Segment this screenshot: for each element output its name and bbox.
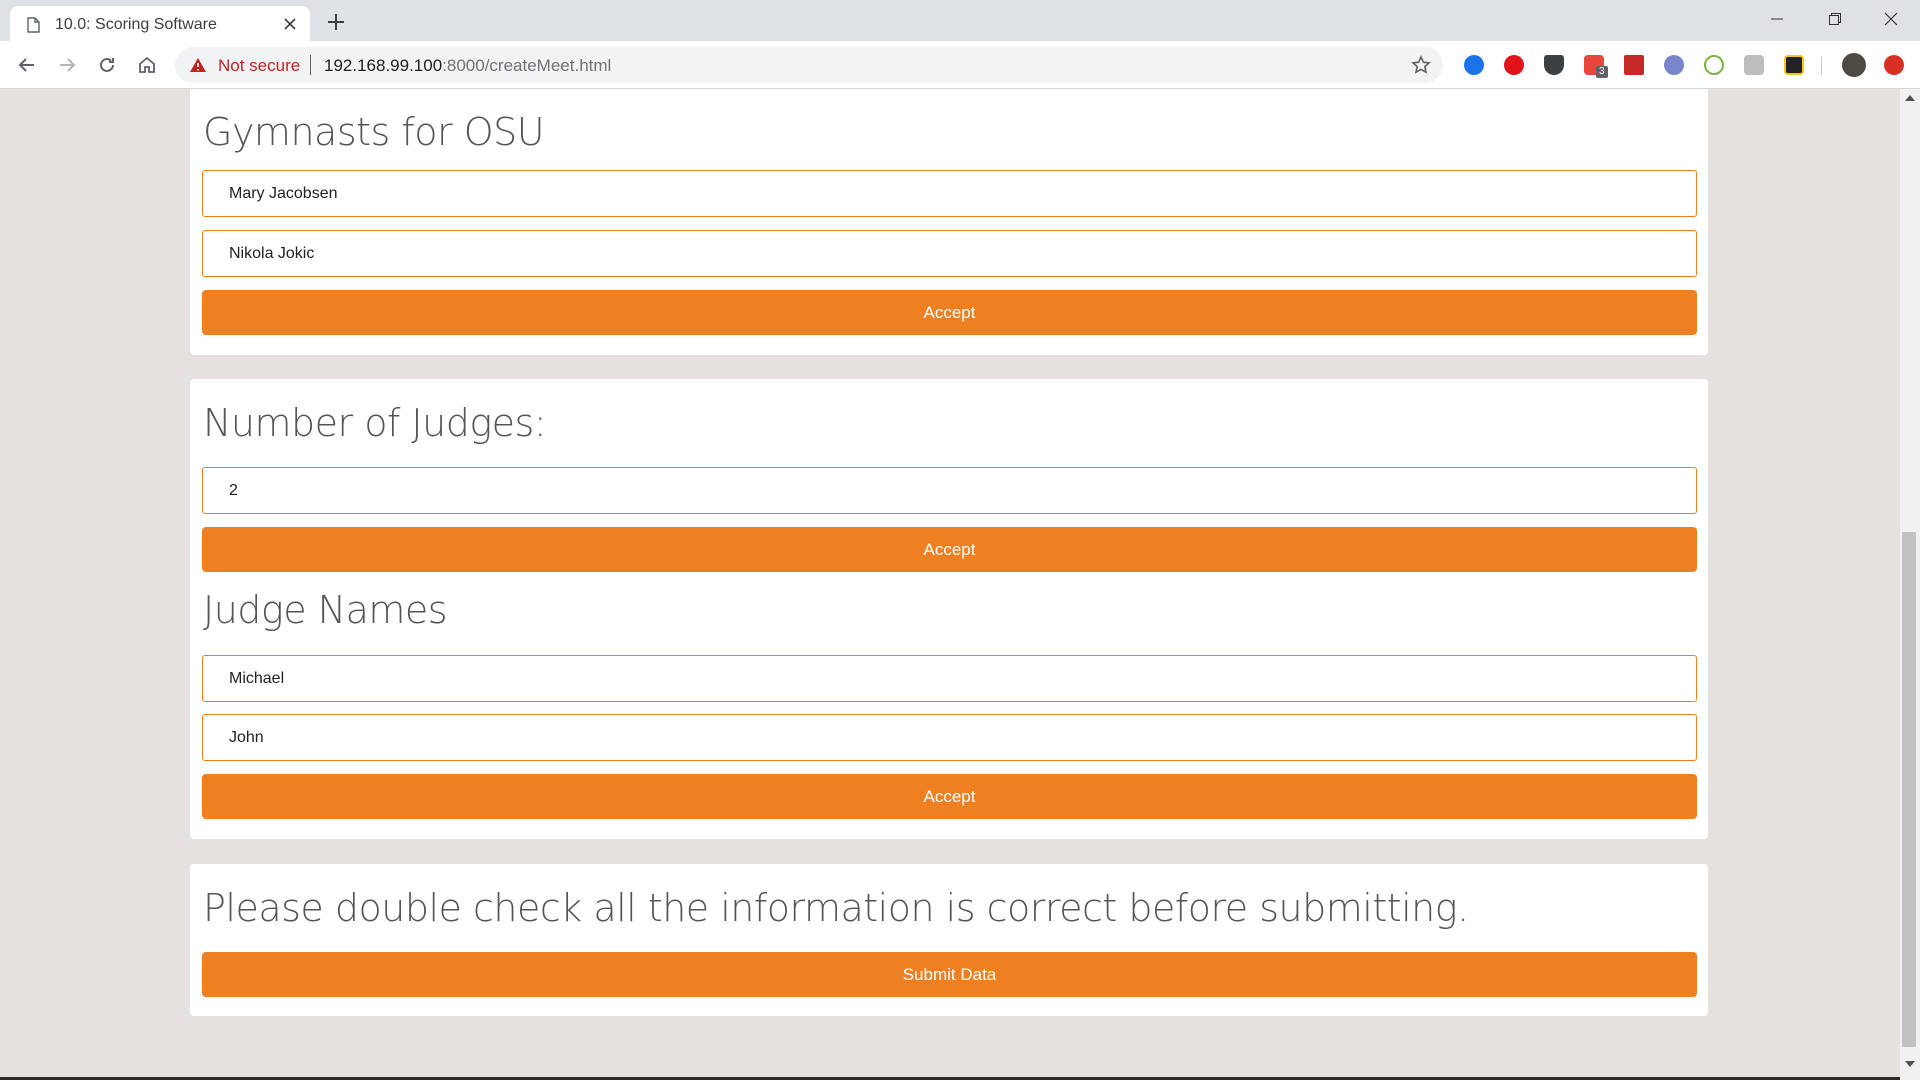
accept-judges-count-button[interactable]: Accept: [202, 527, 1697, 572]
restore-icon: [1829, 13, 1841, 25]
close-window-button[interactable]: [1862, 0, 1920, 36]
profile-avatar[interactable]: [1842, 53, 1866, 77]
reload-button[interactable]: [93, 51, 121, 79]
home-icon: [139, 56, 155, 73]
extension-check-icon[interactable]: [1784, 55, 1804, 75]
judge-name-input[interactable]: [202, 655, 1697, 702]
url-path: :8000/createMeet.html: [442, 56, 612, 75]
scroll-up-arrow-icon[interactable]: [1905, 95, 1915, 101]
browser-tab[interactable]: 10.0: Scoring Software: [10, 6, 310, 41]
accept-gymnasts-button[interactable]: Accept: [202, 290, 1697, 335]
new-tab-icon[interactable]: [322, 8, 350, 36]
judge-name-input[interactable]: [202, 714, 1697, 761]
page-scrollbar[interactable]: [1900, 89, 1920, 1080]
update-icon[interactable]: [1884, 55, 1904, 75]
minimize-icon: [1771, 18, 1783, 20]
extension-todo-icon[interactable]: 3: [1584, 55, 1608, 78]
extension-pocket-icon[interactable]: [1544, 55, 1564, 75]
warning-icon: [190, 58, 206, 72]
extension-glasses-icon[interactable]: [1664, 55, 1684, 75]
url-text: 192.168.99.100:8000/createMeet.html: [324, 56, 611, 76]
extension-blue-circle-icon[interactable]: [1464, 55, 1484, 75]
page-viewport: Gymnasts for OSU Accept Number of Judges…: [0, 89, 1900, 1080]
submit-message: Please double check all the information …: [203, 886, 1469, 930]
gymnast-name-input[interactable]: [202, 170, 1697, 217]
forward-arrow-icon: [60, 58, 76, 72]
forward-button[interactable]: [53, 51, 81, 79]
close-tab-icon[interactable]: [280, 14, 300, 34]
extension-book-icon[interactable]: [1624, 55, 1644, 75]
reload-icon: [100, 57, 114, 72]
judges-count-heading: Number of Judges:: [203, 401, 547, 445]
scrollbar-thumb[interactable]: [1902, 532, 1916, 1047]
back-arrow-icon: [18, 58, 34, 72]
close-icon: [1884, 12, 1898, 26]
home-button[interactable]: [133, 51, 161, 79]
bookmark-star-icon[interactable]: [1411, 55, 1431, 75]
toolbar-divider: [1821, 57, 1822, 75]
submit-data-button[interactable]: Submit Data: [202, 952, 1697, 997]
security-label: Not secure: [218, 56, 301, 75]
back-button[interactable]: [13, 51, 41, 79]
extension-gray-icon[interactable]: [1744, 55, 1764, 75]
submit-card: Please double check all the information …: [190, 864, 1708, 1016]
gymnasts-heading: Gymnasts for OSU: [203, 110, 545, 154]
restore-button[interactable]: [1806, 0, 1864, 36]
extension-adblock-icon[interactable]: [1504, 55, 1524, 75]
judge-names-heading: Judge Names: [203, 588, 448, 632]
document-icon: [27, 17, 40, 33]
judges-count-input[interactable]: [202, 467, 1697, 514]
tab-strip: 10.0: Scoring Software: [0, 0, 1920, 41]
scroll-down-arrow-icon[interactable]: [1905, 1061, 1915, 1067]
gymnast-name-input[interactable]: [202, 230, 1697, 277]
extension-green-ring-icon[interactable]: [1704, 55, 1724, 75]
address-bar[interactable]: Not secure 192.168.99.100:8000/createMee…: [175, 47, 1443, 83]
extension-badge: 3: [1596, 66, 1608, 78]
judges-card: Number of Judges: Accept Judge Names Acc…: [190, 379, 1708, 839]
accept-judge-names-button[interactable]: Accept: [202, 774, 1697, 819]
omnibox-divider: [310, 55, 311, 75]
browser-toolbar: Not secure 192.168.99.100:8000/createMee…: [0, 41, 1920, 89]
tab-title: 10.0: Scoring Software: [55, 16, 217, 33]
minimize-button[interactable]: [1748, 0, 1806, 36]
url-host: 192.168.99.100: [324, 56, 443, 75]
gymnasts-card: Gymnasts for OSU Accept: [190, 89, 1708, 355]
